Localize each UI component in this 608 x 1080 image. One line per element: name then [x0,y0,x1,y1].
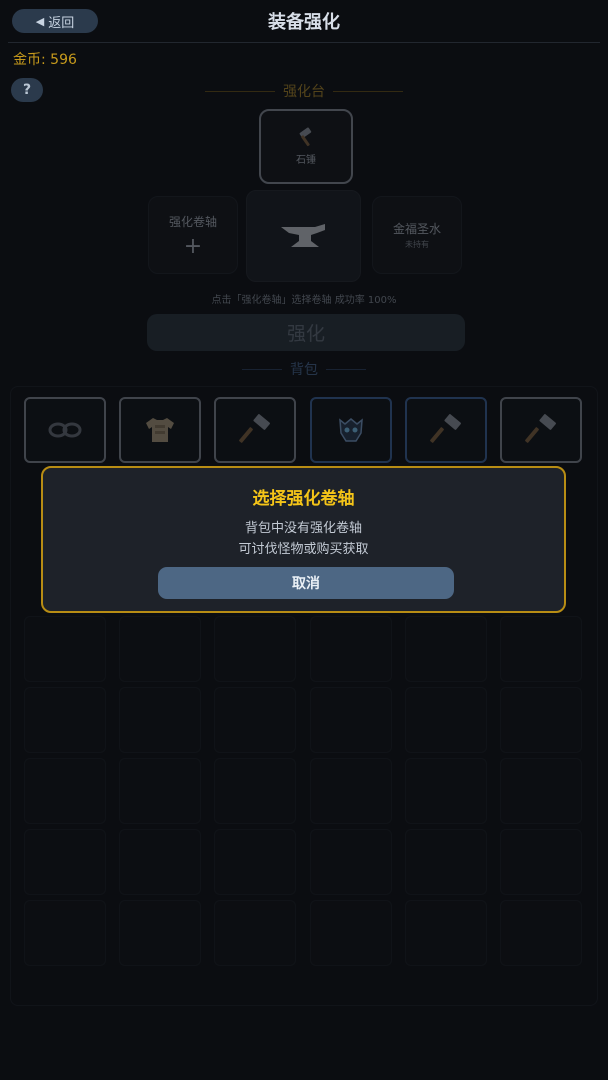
plus-icon: + [183,233,203,259]
bag-slot-empty[interactable] [500,900,582,966]
forge-section-title: 强化台 [0,81,608,101]
modal-message-line-2: 可讨伐怪物或购买获取 [238,542,369,557]
title-rule-left [205,90,275,92]
bag-slot-empty[interactable] [119,758,201,824]
hammer-icon [299,127,312,147]
forge-section-label: 强化台 [283,84,325,100]
scroll-slot[interactable]: 强化卷轴 + [148,196,238,274]
header-divider [8,42,600,43]
bag-slot-empty[interactable] [119,616,201,682]
holy-water-label: 金福圣水 [392,222,441,236]
bag-slot-empty[interactable] [214,900,296,966]
bag-slot-empty[interactable] [500,829,582,895]
enhance-button[interactable]: 强化 [147,314,465,351]
tool-slot-label: 石锤 [296,155,316,166]
hammer-icon [239,414,270,443]
helmet-icon [339,418,363,442]
bag-slot-empty[interactable] [310,829,392,895]
bag-slot-hammer-2[interactable] [405,397,487,463]
bag-slot-empty[interactable] [405,687,487,753]
armor-icon [146,418,174,442]
select-scroll-modal: 选择强化卷轴 背包中没有强化卷轴 可讨伐怪物或购买获取 取消 [41,466,566,613]
bag-slot-hammer-3[interactable] [500,397,582,463]
bag-slot-empty[interactable] [500,758,582,824]
bag-slot-empty[interactable] [214,829,296,895]
bag-slot-empty[interactable] [405,616,487,682]
modal-title: 选择强化卷轴 [252,489,355,509]
bag-section-label: 背包 [290,362,318,378]
bag-slot-empty[interactable] [214,616,296,682]
bag-slot-empty[interactable] [119,900,201,966]
scroll-slot-label: 强化卷轴 [168,214,217,229]
bag-slot-empty[interactable] [119,687,201,753]
holy-water-status: 未持有 [405,240,429,249]
bag-slot-empty[interactable] [214,687,296,753]
cancel-button[interactable]: 取消 [158,567,454,599]
bag-slot-empty[interactable] [24,687,106,753]
goggles-icon [48,422,82,438]
tool-slot[interactable]: 石锤 [259,109,353,184]
bag-slot-empty[interactable] [405,829,487,895]
bag-section-title: 背包 [0,359,608,379]
bag-slot-empty[interactable] [405,758,487,824]
modal-message-line-1: 背包中没有强化卷轴 [244,521,362,536]
bag-slot-empty[interactable] [119,829,201,895]
bag-slot-empty[interactable] [24,829,106,895]
bag-slot-empty[interactable] [310,687,392,753]
modal-message: 背包中没有强化卷轴 可讨伐怪物或购买获取 [43,518,564,560]
bag-slot-empty[interactable] [24,758,106,824]
bag-slot-empty[interactable] [24,616,106,682]
bag-slot-helmet[interactable] [310,397,392,463]
bag-rule-right [326,368,366,370]
bag-slot-armor[interactable] [119,397,201,463]
bag-slot-empty[interactable] [310,616,392,682]
bag-slot-empty[interactable] [24,900,106,966]
bag-slot-empty[interactable] [310,900,392,966]
bag-slot-empty[interactable] [405,900,487,966]
anvil-slot [246,190,361,282]
bag-slot-empty[interactable] [310,758,392,824]
bag-slot-hammer-1[interactable] [214,397,296,463]
forge-hint: 点击「强化卷轴」选择卷轴 成功率 100% [211,295,397,306]
anvil-icon [280,224,325,247]
gold-counter: 金币: 596 [13,52,77,68]
bag-slot-empty[interactable] [500,687,582,753]
bag-slot-empty[interactable] [214,758,296,824]
hammer-icon [430,414,461,443]
page-title: 装备强化 [268,12,340,33]
hammer-icon [525,414,556,443]
bag-slot-goggles[interactable] [24,397,106,463]
bag-rule-left [242,368,282,370]
title-rule-right [333,90,403,92]
bag-slot-empty[interactable] [500,616,582,682]
holy-water-slot[interactable]: 金福圣水 未持有 [372,196,462,274]
